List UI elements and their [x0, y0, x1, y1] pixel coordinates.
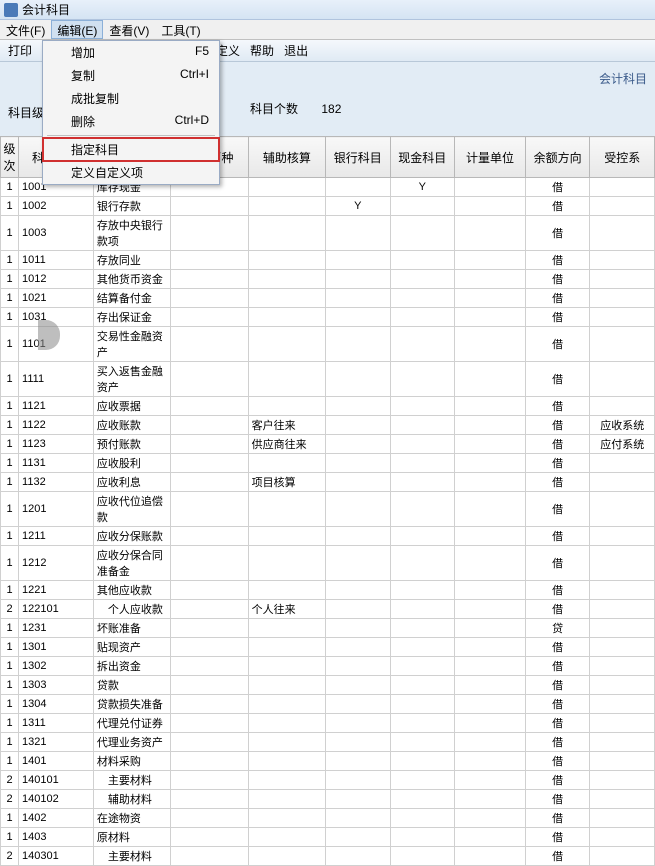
table-row[interactable]: 11201应收代位追偿款借 — [1, 492, 655, 527]
table-row[interactable]: 11221其他应收款借 — [1, 581, 655, 600]
table-row[interactable]: 11003存放中央银行款项借 — [1, 216, 655, 251]
col-7[interactable]: 计量单位 — [455, 137, 526, 178]
menu-0[interactable]: 文件(F) — [0, 20, 51, 39]
col-9[interactable]: 受控系 — [590, 137, 655, 178]
filter-level-label: 科目级 — [8, 100, 44, 121]
table-row[interactable]: 11121应收票据借 — [1, 397, 655, 416]
edit-menu-dropdown: 增加F5复制Ctrl+I成批复制删除Ctrl+D 指定科目定义自定义项 — [42, 40, 220, 185]
table-row[interactable]: 11111买入返售金融资产借 — [1, 362, 655, 397]
table-row[interactable]: 11132应收利息项目核算借 — [1, 473, 655, 492]
table-row[interactable]: 11011存放同业借 — [1, 251, 655, 270]
toolbar-4[interactable]: 退出 — [280, 42, 312, 59]
toolbar-0[interactable]: 打印 — [4, 42, 36, 59]
table-row[interactable]: 2140301 主要材料借 — [1, 847, 655, 866]
count-label: 科目个数 — [250, 102, 298, 116]
col-4[interactable]: 辅助核算 — [248, 137, 325, 178]
table-row[interactable]: 11123预付账款供应商往来借应付系统 — [1, 435, 655, 454]
table-row[interactable]: 11401材料采购借 — [1, 752, 655, 771]
table-row[interactable]: 11402在途物资借 — [1, 809, 655, 828]
col-6[interactable]: 现金科目 — [390, 137, 454, 178]
table-row[interactable]: 11021结算备付金借 — [1, 289, 655, 308]
menu-item-2[interactable]: 成批复制 — [43, 87, 219, 110]
table-row[interactable]: 2122101 个人应收款个人往来借 — [1, 600, 655, 619]
table-row[interactable]: 11301贴现资产借 — [1, 638, 655, 657]
table-row[interactable]: 11403原材料借 — [1, 828, 655, 847]
window-title: 会计科目 — [22, 1, 70, 18]
table-row[interactable]: 11302拆出资金借 — [1, 657, 655, 676]
table-row[interactable]: 11311代理兑付证券借 — [1, 714, 655, 733]
menu-1[interactable]: 编辑(E) — [51, 20, 103, 39]
table-row[interactable]: 2140101 主要材料借 — [1, 771, 655, 790]
table-row[interactable]: 11131应收股利借 — [1, 454, 655, 473]
col-0[interactable]: 级次 — [1, 137, 19, 178]
table-row[interactable]: 11002银行存款Y借 — [1, 197, 655, 216]
count-value: 182 — [321, 102, 341, 116]
menu-2[interactable]: 查看(V) — [103, 20, 155, 39]
table-row[interactable]: 11231坏账准备贷 — [1, 619, 655, 638]
table-row[interactable]: 2140102 辅助材料借 — [1, 790, 655, 809]
account-count: 科目个数 182 — [250, 100, 341, 117]
toolbar-3[interactable]: 帮助 — [246, 42, 278, 59]
table-row[interactable]: 11321代理业务资产借 — [1, 733, 655, 752]
table-row[interactable]: 11211应收分保账款借 — [1, 527, 655, 546]
table-row[interactable]: 11101交易性金融资产借 — [1, 327, 655, 362]
table-row[interactable]: 11122应收账款客户往来借应收系统 — [1, 416, 655, 435]
title-bar: 会计科目 — [0, 0, 655, 20]
table-row[interactable]: 11304贷款损失准备借 — [1, 695, 655, 714]
menu-bar: 文件(F)编辑(E)查看(V)工具(T) — [0, 20, 655, 40]
table-row[interactable]: 11012其他货币资金借 — [1, 270, 655, 289]
menu-item-5[interactable]: 定义自定义项 — [43, 161, 219, 184]
menu-item-1[interactable]: 复制Ctrl+I — [43, 64, 219, 87]
menu-item-3[interactable]: 删除Ctrl+D — [43, 110, 219, 133]
app-icon — [4, 3, 18, 17]
menu-item-0[interactable]: 增加F5 — [43, 41, 219, 64]
table-row[interactable]: 11212应收分保合同准备金借 — [1, 546, 655, 581]
col-5[interactable]: 银行科目 — [326, 137, 390, 178]
table-row[interactable]: 11303贷款借 — [1, 676, 655, 695]
col-8[interactable]: 余额方向 — [525, 137, 589, 178]
table-row[interactable]: 11031存出保证金借 — [1, 308, 655, 327]
menu-3[interactable]: 工具(T) — [155, 20, 206, 39]
menu-item-4[interactable]: 指定科目 — [43, 138, 219, 161]
page-title: 会计科目 — [599, 72, 647, 86]
data-grid: 级次科目编码科目名称外币币种辅助核算银行科目现金科目计量单位余额方向受控系 11… — [0, 136, 655, 866]
